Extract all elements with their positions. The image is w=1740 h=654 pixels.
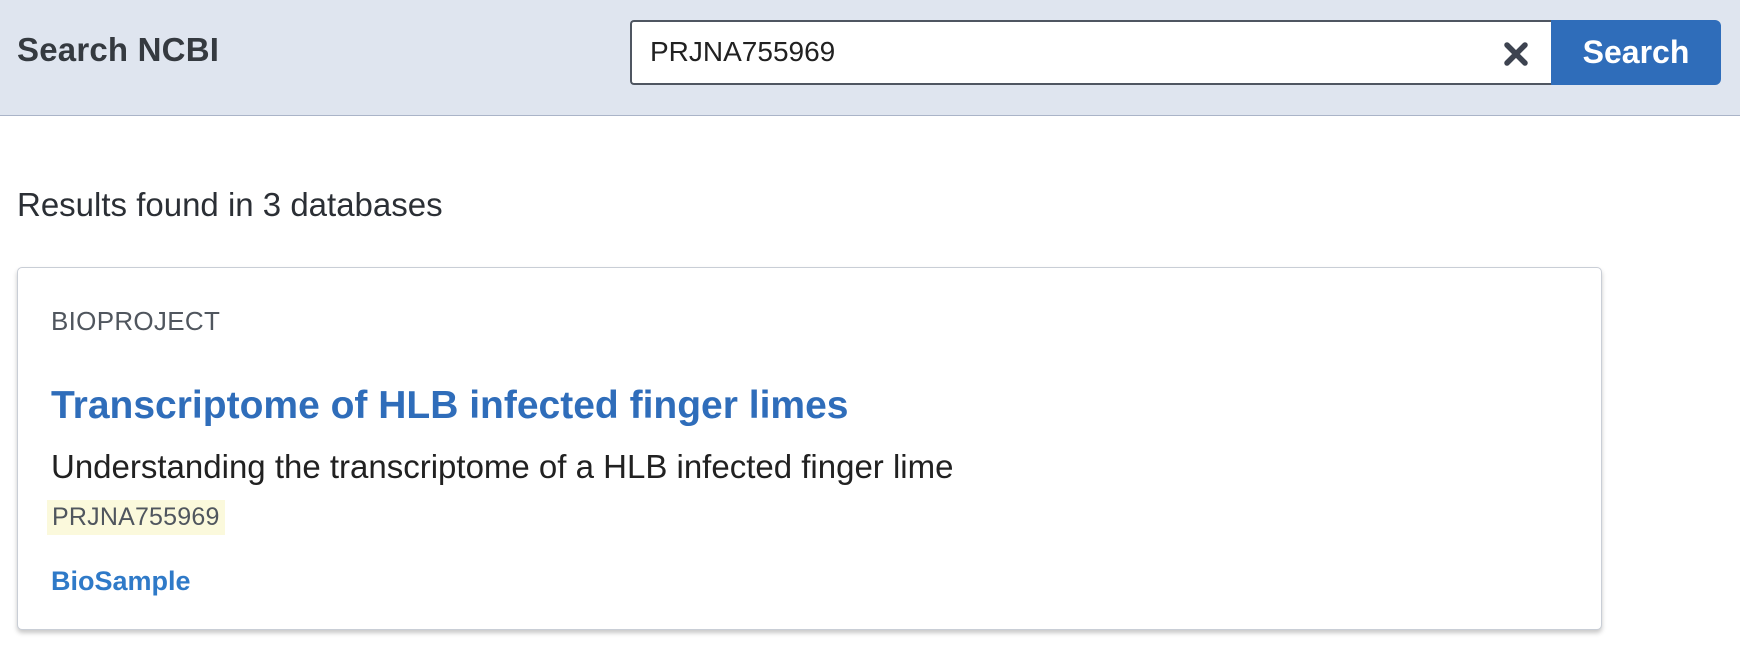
biosample-link[interactable]: BioSample [51, 566, 191, 597]
search-label: Search NCBI [17, 31, 220, 68]
database-label: BIOPROJECT [51, 306, 221, 336]
search-input-container[interactable] [630, 20, 1551, 85]
result-description: Understanding the transcriptome of a HLB… [51, 448, 954, 485]
result-card: BIOPROJECT Transcriptome of HLB infected… [17, 267, 1602, 630]
accession-id: PRJNA755969 [47, 500, 225, 535]
clear-search-button[interactable] [1496, 34, 1536, 74]
search-button[interactable]: Search [1551, 20, 1721, 85]
results-heading: Results found in 3 databases [17, 186, 443, 223]
search-header: Search NCBI Search [0, 0, 1740, 116]
search-input[interactable] [650, 32, 1470, 72]
close-icon [1504, 42, 1528, 66]
result-title-link[interactable]: Transcriptome of HLB infected finger lim… [51, 384, 848, 428]
